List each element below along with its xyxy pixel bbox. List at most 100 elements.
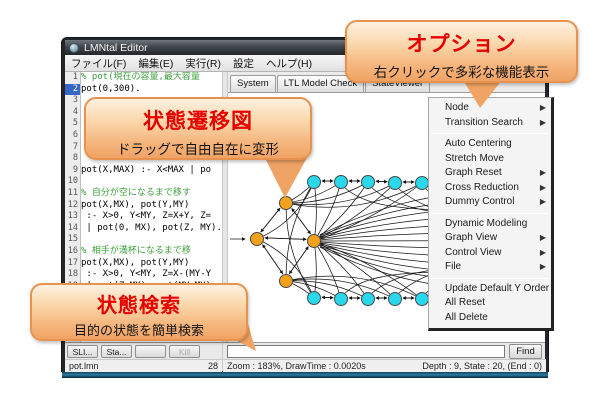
- callout-option-title: オプション: [347, 28, 576, 58]
- line-number: 12: [65, 200, 80, 212]
- context-menu-item-dummy-control[interactable]: Dummy Control▶: [429, 195, 551, 210]
- code-line: % 自分が空になるまで移す: [81, 188, 222, 200]
- context-menu-item-auto-centering[interactable]: Auto Centering: [429, 137, 551, 152]
- state-node-cyan[interactable]: [416, 293, 429, 306]
- line-number: 10: [65, 176, 80, 188]
- editor-status-bar: pot.lmn 28: [65, 359, 222, 372]
- menu-item-0[interactable]: ファイル(F): [65, 56, 132, 71]
- state-node-cyan[interactable]: [335, 293, 348, 306]
- line-number: 1: [65, 72, 80, 84]
- line-number: 16: [65, 246, 80, 258]
- find-button[interactable]: Find: [509, 344, 542, 359]
- context-menu-item-file[interactable]: File▶: [429, 260, 551, 275]
- line-number: 5: [65, 118, 80, 130]
- editor-button-sta[interactable]: Sta...: [101, 345, 132, 358]
- submenu-arrow-icon: ▶: [540, 101, 546, 116]
- state-node-cyan[interactable]: [308, 292, 321, 305]
- file-name: pot.lmn: [69, 361, 99, 371]
- submenu-arrow-icon: ▶: [540, 116, 546, 131]
- line-number: 15: [65, 234, 80, 246]
- editor-button-kill[interactable]: Kill: [169, 345, 200, 358]
- menu-item-2[interactable]: 実行(R): [179, 56, 227, 71]
- line-number: 2: [65, 84, 80, 96]
- code-line: % 相手が満杯になるまで移: [81, 246, 222, 258]
- state-node-cyan[interactable]: [362, 293, 375, 306]
- context-menu-item-graph-view[interactable]: Graph View▶: [429, 231, 551, 246]
- callout-search-title: 状態検索: [32, 289, 246, 318]
- state-node-cyan[interactable]: [335, 176, 348, 189]
- menu-separator: [431, 278, 549, 279]
- code-line: | pot(0, MX), pot(Z, MY).: [81, 223, 222, 235]
- line-count: 28: [208, 361, 218, 371]
- context-menu-item-stretch-move[interactable]: Stretch Move: [429, 152, 551, 167]
- state-node-cyan[interactable]: [389, 293, 402, 306]
- line-number: 6: [65, 130, 80, 142]
- submenu-arrow-icon: ▶: [540, 181, 546, 196]
- state-node-orange[interactable]: [308, 235, 321, 248]
- viewer-status-bar: Zoom : 183%, DrawTime : 0.0020s Depth : …: [223, 359, 546, 372]
- window-title: LMNtal Editor: [84, 42, 148, 54]
- menu-separator: [431, 213, 549, 214]
- code-line: pot(X,MAX) :- X<MAX | po: [81, 165, 222, 177]
- line-number: 18: [65, 269, 80, 281]
- callout-diagram-subtitle: ドラッグで自由自在に変形: [86, 138, 310, 158]
- menu-item-3[interactable]: 設定: [227, 56, 260, 71]
- line-number: 13: [65, 211, 80, 223]
- context-menu: Node▶Transition Search▶Auto CenteringStr…: [428, 97, 554, 331]
- submenu-arrow-icon: ▶: [540, 166, 546, 181]
- context-menu-item-cross-reduction[interactable]: Cross Reduction▶: [429, 181, 551, 196]
- menu-item-4[interactable]: ヘルプ(H): [260, 56, 318, 71]
- line-number: 9: [65, 165, 80, 177]
- code-line: :- X>0, Y<MY, Z=X+Y, Z=: [81, 211, 222, 223]
- line-number: 4: [65, 107, 80, 119]
- submenu-arrow-icon: ▶: [540, 231, 546, 246]
- code-line: :- X>0, Y<MY, Z=X-(MY-Y: [81, 269, 222, 281]
- callout-diagram-title: 状態遷移図: [86, 105, 310, 135]
- context-menu-item-all-reset[interactable]: All Reset: [429, 296, 551, 311]
- depth-state-text: Depth : 9, State : 20, (End : 0): [422, 361, 542, 371]
- context-menu-item-dynamic-modeling[interactable]: Dynamic Modeling: [429, 217, 551, 232]
- context-menu-item-transition-search[interactable]: Transition Search▶: [429, 116, 551, 131]
- callout-search-subtitle: 目的の状態を簡単検索: [32, 320, 246, 339]
- context-menu-item-control-view[interactable]: Control View▶: [429, 246, 551, 261]
- editor-button-2[interactable]: [135, 345, 166, 358]
- callout-state-diagram: 状態遷移図 ドラッグで自由自在に変形: [84, 97, 312, 160]
- callout-state-search: 状態検索 目的の状態を簡単検索: [30, 283, 248, 341]
- find-input[interactable]: [227, 345, 505, 358]
- code-line: [81, 234, 222, 246]
- editor-bottom-bar: SLI...Sta... Kill pot.lmn 28: [65, 342, 222, 371]
- menu-separator: [431, 133, 549, 134]
- code-line: pot(X,MX), pot(Y,MY): [81, 258, 222, 270]
- tab-system[interactable]: System: [230, 75, 276, 92]
- line-number: 7: [65, 142, 80, 154]
- submenu-arrow-icon: ▶: [540, 195, 546, 210]
- line-number: 8: [65, 153, 80, 165]
- callout-option-subtitle: 右クリックで多彩な機能表示: [347, 61, 576, 81]
- submenu-arrow-icon: ▶: [540, 246, 546, 261]
- context-menu-item-graph-reset[interactable]: Graph Reset▶: [429, 166, 551, 181]
- state-node-orange[interactable]: [280, 275, 293, 288]
- zoom-drawtime-text: Zoom : 183%, DrawTime : 0.0020s: [227, 361, 366, 371]
- state-node-cyan[interactable]: [389, 177, 402, 190]
- line-number: 17: [65, 258, 80, 270]
- line-number: 3: [65, 95, 80, 107]
- editor-button-row: SLI...Sta... Kill: [67, 345, 200, 358]
- code-line: pot(0,300).: [81, 84, 222, 96]
- viewer-bottom-bar: Find Zoom : 183%, DrawTime : 0.0020s Dep…: [222, 342, 545, 371]
- context-menu-item-all-delete[interactable]: All Delete: [429, 311, 551, 326]
- context-menu-item-update-default-y-order[interactable]: Update Default Y Order: [429, 282, 551, 297]
- code-line: pot(X,MX), pot(Y,MY): [81, 200, 222, 212]
- code-line: % pot(現在の容量,最大容量: [81, 72, 222, 84]
- state-node-cyan[interactable]: [416, 177, 429, 190]
- editor-button-sli[interactable]: SLI...: [67, 345, 98, 358]
- callout-option: オプション 右クリックで多彩な機能表示: [345, 20, 578, 83]
- state-node-cyan[interactable]: [362, 176, 375, 189]
- menu-item-1[interactable]: 編集(E): [132, 56, 179, 71]
- app-icon: [69, 43, 79, 53]
- window-bottom-border: [62, 371, 548, 378]
- code-line: [81, 176, 222, 188]
- line-number: 11: [65, 188, 80, 200]
- line-number: 14: [65, 223, 80, 235]
- state-node-orange[interactable]: [251, 233, 264, 246]
- submenu-arrow-icon: ▶: [540, 260, 546, 275]
